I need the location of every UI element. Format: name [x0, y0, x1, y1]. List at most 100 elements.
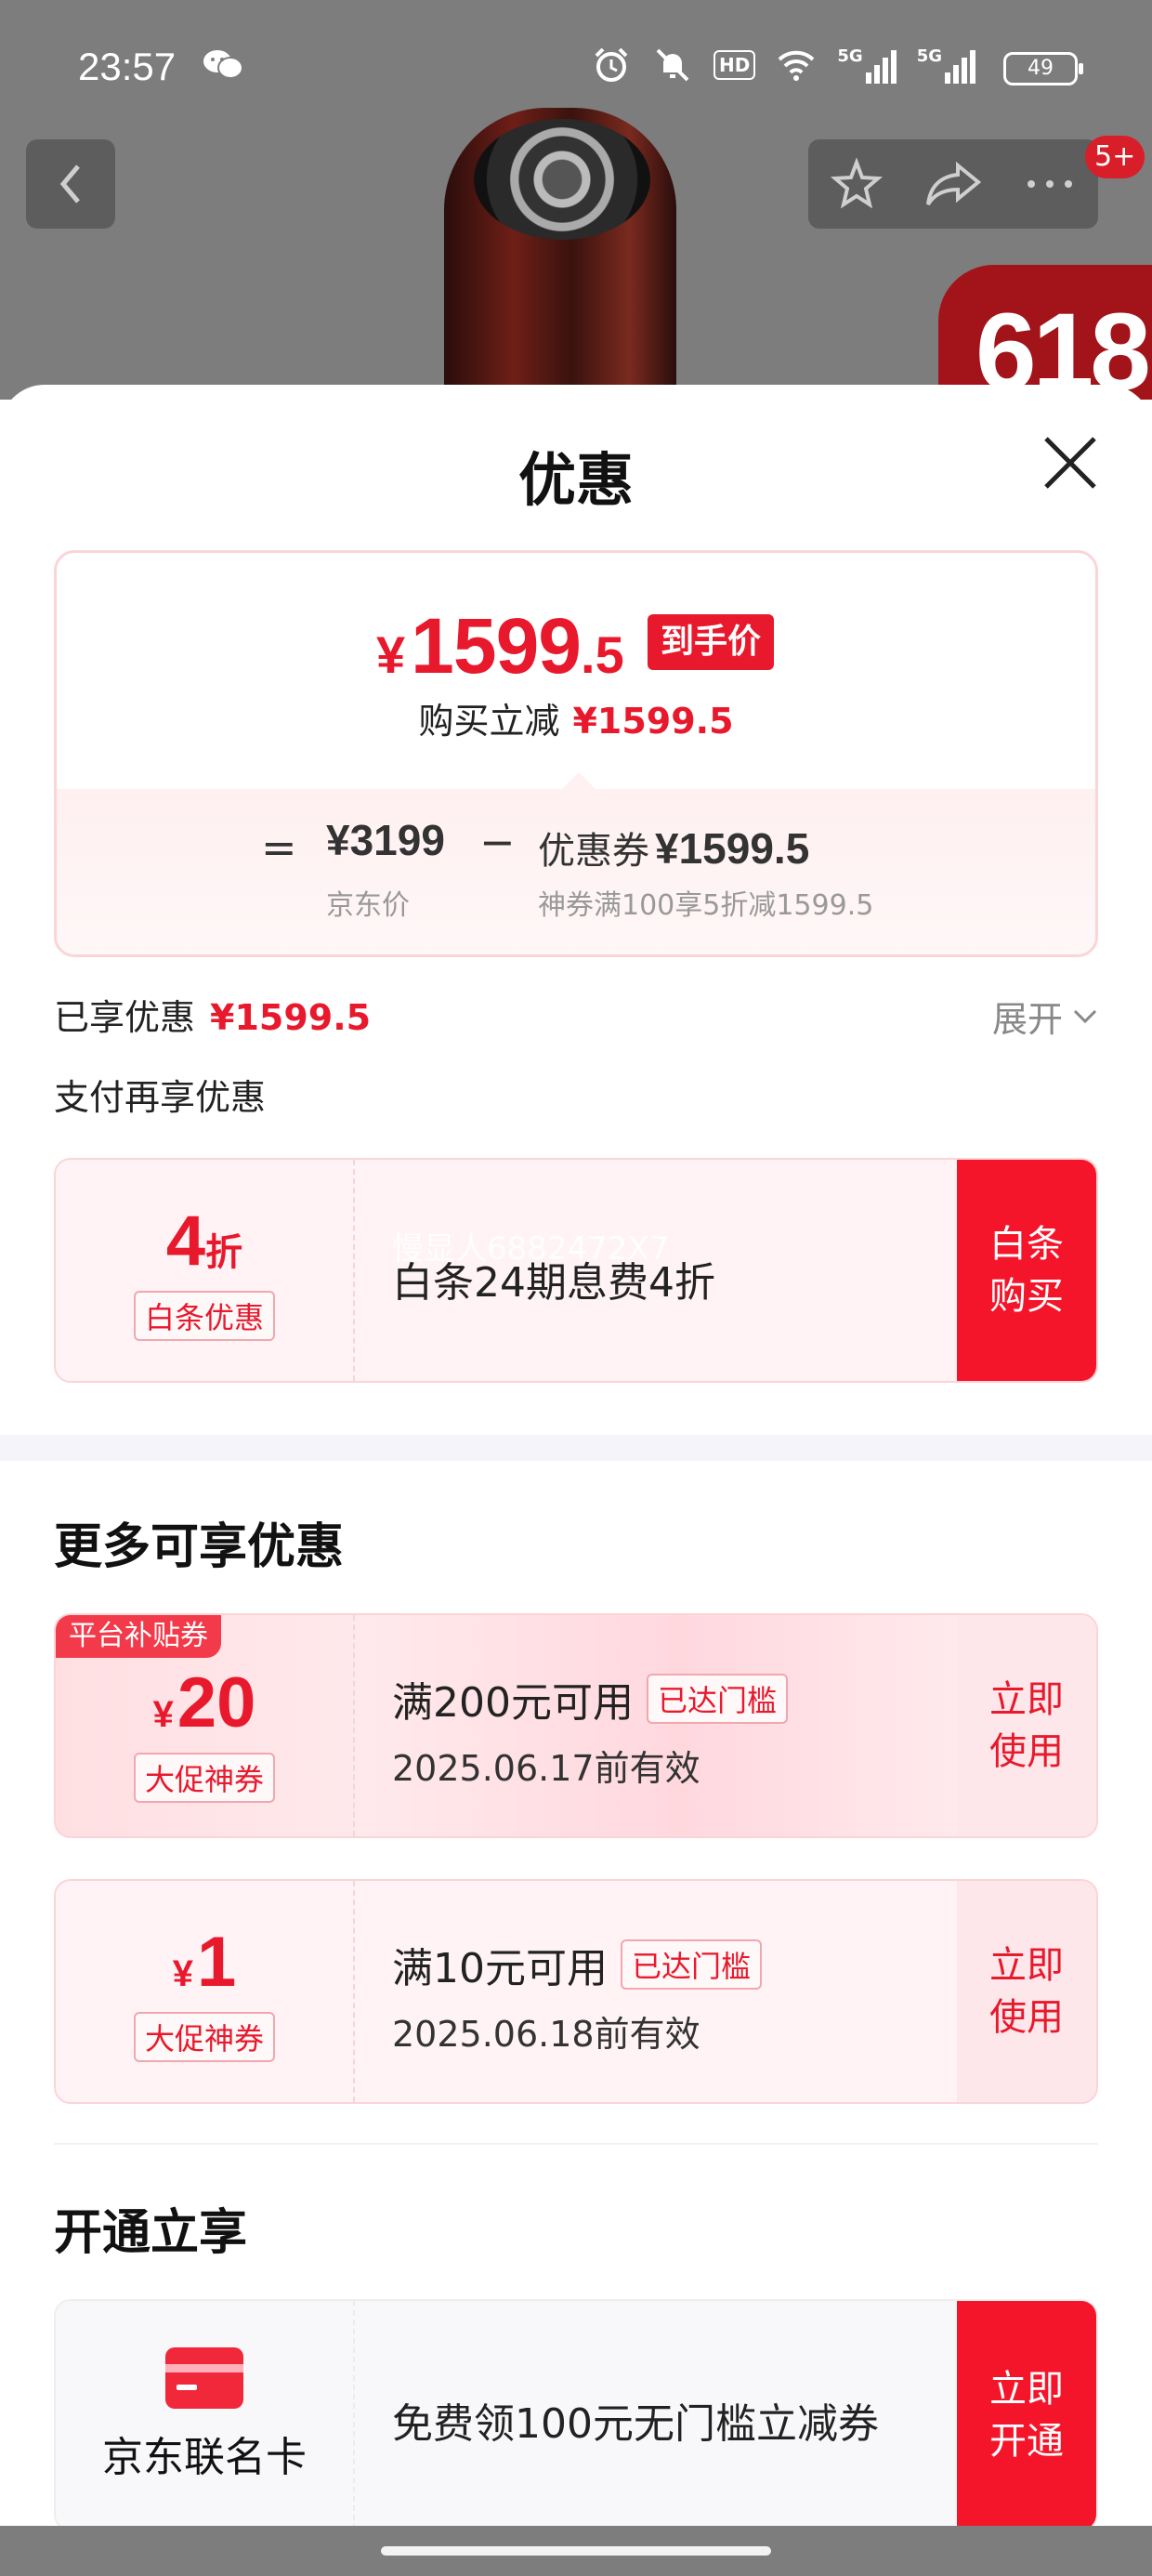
back-button[interactable] — [26, 139, 115, 229]
discount-sheet: 优惠 ¥ 1599 .5 到手价 购买立减 ¥1599.5 = ¥3199 京东价… — [0, 385, 1152, 2576]
coupon-label: 优惠券 — [538, 830, 649, 873]
hand-price-tag: 到手价 — [648, 614, 775, 670]
currency-symbol: ¥ — [152, 1693, 174, 1735]
divider — [54, 2143, 1098, 2145]
more-offers-title: 更多可享优惠 — [54, 1519, 345, 1575]
credit-card-icon — [165, 2347, 243, 2409]
currency-symbol: ¥ — [376, 625, 406, 684]
top-actions-bar — [808, 139, 1098, 229]
status-time: 23:57 — [78, 45, 177, 88]
coupon-middle: 满200元可用 已达门槛 2025.06.17前有效 已领 — [392, 1615, 987, 1836]
baitiao-buy-button[interactable]: 白条 购买 — [957, 1160, 1096, 1381]
home-indicator[interactable] — [381, 2546, 771, 2556]
baitiao-tag: 白条优惠 — [133, 1290, 275, 1341]
expand-label: 展开 — [991, 999, 1063, 1040]
alarm-icon — [595, 47, 628, 82]
coupon-deduction: 优惠券 ¥1599.5 — [538, 821, 809, 874]
price-breakdown: = ¥3199 京东价 − 优惠券 ¥1599.5 神券满100享5折减1599.… — [57, 789, 1095, 954]
status-icons: HD 5G 5G — [591, 45, 975, 85]
coupon-divider — [353, 1881, 355, 2102]
coupon-condition-text: 满200元可用 — [392, 1679, 634, 1727]
coupon-amount: ¥ 1 — [173, 1922, 237, 2003]
sheet-title: 优惠 — [517, 446, 634, 514]
promo-618-badge: 618 — [938, 265, 1152, 400]
coupon-type-tag: 大促神券 — [133, 2011, 275, 2062]
coupon-divider — [353, 1160, 355, 1381]
open-now-button[interactable]: 立即 开通 — [957, 2301, 1096, 2530]
favorite-button[interactable] — [819, 147, 894, 221]
more-dots-icon — [1028, 180, 1072, 188]
equals-sign: = — [261, 822, 297, 873]
wifi-icon — [778, 50, 815, 81]
co-branded-card-offer[interactable]: 京东联名卡 免费领100元无门槛立减券 立即 开通 — [54, 2299, 1098, 2531]
hd-voice-icon: HD — [713, 50, 756, 80]
price-summary-top: ¥ 1599 .5 到手价 购买立减 ¥1599.5 — [57, 553, 1095, 789]
jd-price-label: 京东价 — [326, 889, 410, 922]
coupon-condition: 满200元可用 已达门槛 — [392, 1669, 788, 1728]
baitiao-offer-card[interactable]: 4 折 白条优惠 慢显人6882472X7 白条24期息费4折 白条 购买 — [54, 1158, 1098, 1383]
chevron-left-icon — [59, 164, 80, 204]
enjoyed-label: 已享优惠 — [54, 997, 196, 1038]
coupon-amount: ¥ 20 — [153, 1663, 256, 1743]
final-price-decimal: .5 — [581, 625, 624, 684]
card-offer-text: 免费领100元无门槛立减券 — [392, 2400, 879, 2448]
final-price-integer: 1599 — [411, 602, 582, 690]
final-price: ¥ 1599 .5 — [376, 601, 624, 691]
pay-section-title: 支付再享优惠 — [54, 1077, 267, 1118]
coupon-card[interactable]: 平台补贴券 ¥ 20 大促神券 满200元可用 已达门槛 2025.06.17前… — [54, 1613, 1098, 1838]
use-now-button[interactable]: 立即 使用 — [957, 1615, 1096, 1836]
threshold-reached-tag: 已达门槛 — [621, 1939, 763, 1990]
expand-button[interactable]: 展开 — [992, 991, 1098, 1042]
star-icon — [830, 157, 884, 209]
discount-number: 4 — [165, 1201, 206, 1281]
coupon-expiry: 2025.06.17前有效 — [392, 1748, 700, 1789]
wechat-icon — [203, 50, 243, 79]
battery-icon: 49 — [1003, 52, 1083, 85]
card-offer-left: 京东联名卡 — [56, 2301, 353, 2530]
reduce-label: 购买立减 — [418, 701, 560, 742]
coupon-condition-text: 满10元可用 — [392, 1945, 608, 1992]
enjoyed-discount-row: 已享优惠 ¥1599.5 — [54, 989, 371, 1040]
close-icon[interactable] — [1039, 431, 1102, 494]
card-offer-middle: 免费领100元无门槛立减券 — [392, 2301, 987, 2530]
share-button[interactable] — [916, 147, 990, 221]
use-now-button[interactable]: 立即 使用 — [957, 1881, 1096, 2102]
coupon-description: 神券满100享5折减1599.5 — [538, 889, 874, 922]
share-icon — [926, 161, 982, 206]
discount-unit: 折 — [205, 1230, 243, 1274]
message-count-badge: 5+ — [1085, 136, 1145, 178]
coupon-amount-value: 20 — [177, 1663, 256, 1742]
coupon-middle: 满10元可用 已达门槛 2025.06.18前有效 已领 — [392, 1881, 987, 2102]
price-notch — [560, 772, 597, 791]
jd-price: ¥3199 — [326, 816, 445, 864]
coupon-value: ¥1599.5 — [655, 824, 810, 873]
platform-subsidy-tag: 平台补贴券 — [56, 1615, 221, 1658]
section-separator — [0, 1435, 1152, 1461]
coupon-amount-value: 1 — [196, 1922, 237, 2002]
enjoyed-value: ¥1599.5 — [210, 997, 372, 1038]
coupon-condition: 满10元可用 已达门槛 — [392, 1935, 763, 1994]
coupon-divider — [353, 2301, 355, 2530]
card-name: 京东联名卡 — [102, 2434, 307, 2481]
mute-bell-icon — [656, 48, 689, 82]
discount-value: 4 折 — [166, 1201, 242, 1281]
coupon-left: ¥ 1 大促神券 — [56, 1881, 353, 2102]
coupon-card[interactable]: ¥ 1 大促神券 满10元可用 已达门槛 2025.06.18前有效 已领 立即… — [54, 1879, 1098, 2104]
threshold-reached-tag: 已达门槛 — [646, 1674, 788, 1724]
price-summary-card: ¥ 1599 .5 到手价 购买立减 ¥1599.5 = ¥3199 京东价 − … — [54, 550, 1098, 957]
coupon-type-tag: 大促神券 — [133, 1752, 275, 1803]
baitiao-offer-left: 4 折 白条优惠 — [56, 1160, 353, 1381]
chevron-down-icon — [1073, 1009, 1097, 1023]
reduce-value: ¥1599.5 — [572, 701, 734, 742]
open-benefits-title: 开通立享 — [54, 2205, 248, 2261]
signal-5g-1-icon: 5G — [837, 46, 897, 84]
currency-symbol: ¥ — [172, 1952, 193, 1994]
minus-sign: − — [479, 817, 516, 867]
baitiao-offer-text: 白条24期息费4折 — [392, 1259, 715, 1307]
signal-5g-2-icon: 5G — [917, 46, 975, 84]
status-bar: 23:57 HD 5G 5G 49 — [0, 0, 1152, 139]
more-button[interactable] — [1013, 147, 1087, 221]
reduce-line: 购买立减 ¥1599.5 — [57, 692, 1095, 743]
coupon-expiry: 2025.06.18前有效 — [392, 2014, 700, 2055]
baitiao-offer-middle: 慢显人6882472X7 白条24期息费4折 — [392, 1160, 987, 1381]
